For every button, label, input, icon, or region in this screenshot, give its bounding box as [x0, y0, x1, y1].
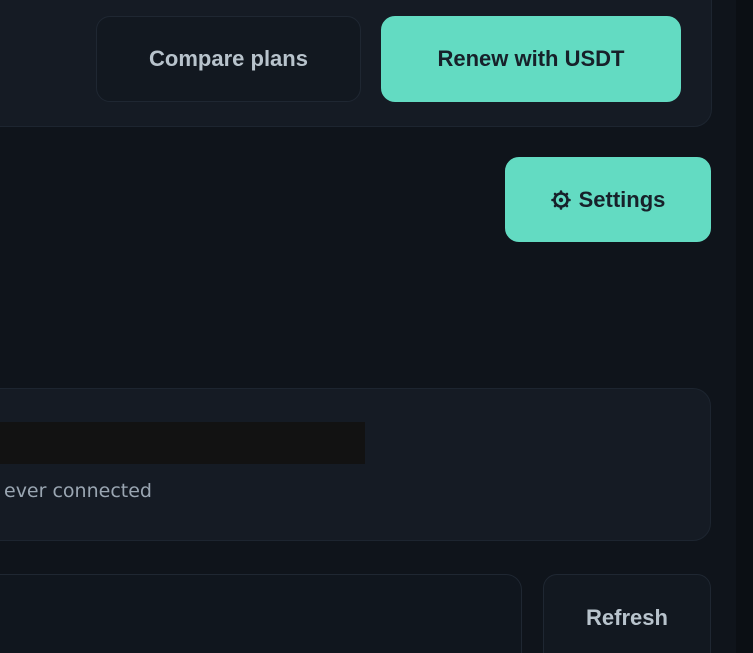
gear-icon [550, 189, 571, 210]
connection-status: ever connected [4, 480, 152, 502]
page: Compare plans Renew with USDT Settings e… [0, 0, 753, 653]
settings-label: Settings [578, 186, 666, 212]
window-edge [736, 0, 753, 653]
input-field[interactable] [0, 574, 522, 653]
compare-plans-button[interactable]: Compare plans [96, 16, 361, 102]
refresh-button[interactable]: Refresh [543, 574, 711, 653]
connection-card [0, 388, 711, 541]
renew-usdt-button[interactable]: Renew with USDT [381, 16, 681, 102]
redacted-field [0, 422, 365, 464]
settings-button[interactable]: Settings [505, 157, 711, 242]
